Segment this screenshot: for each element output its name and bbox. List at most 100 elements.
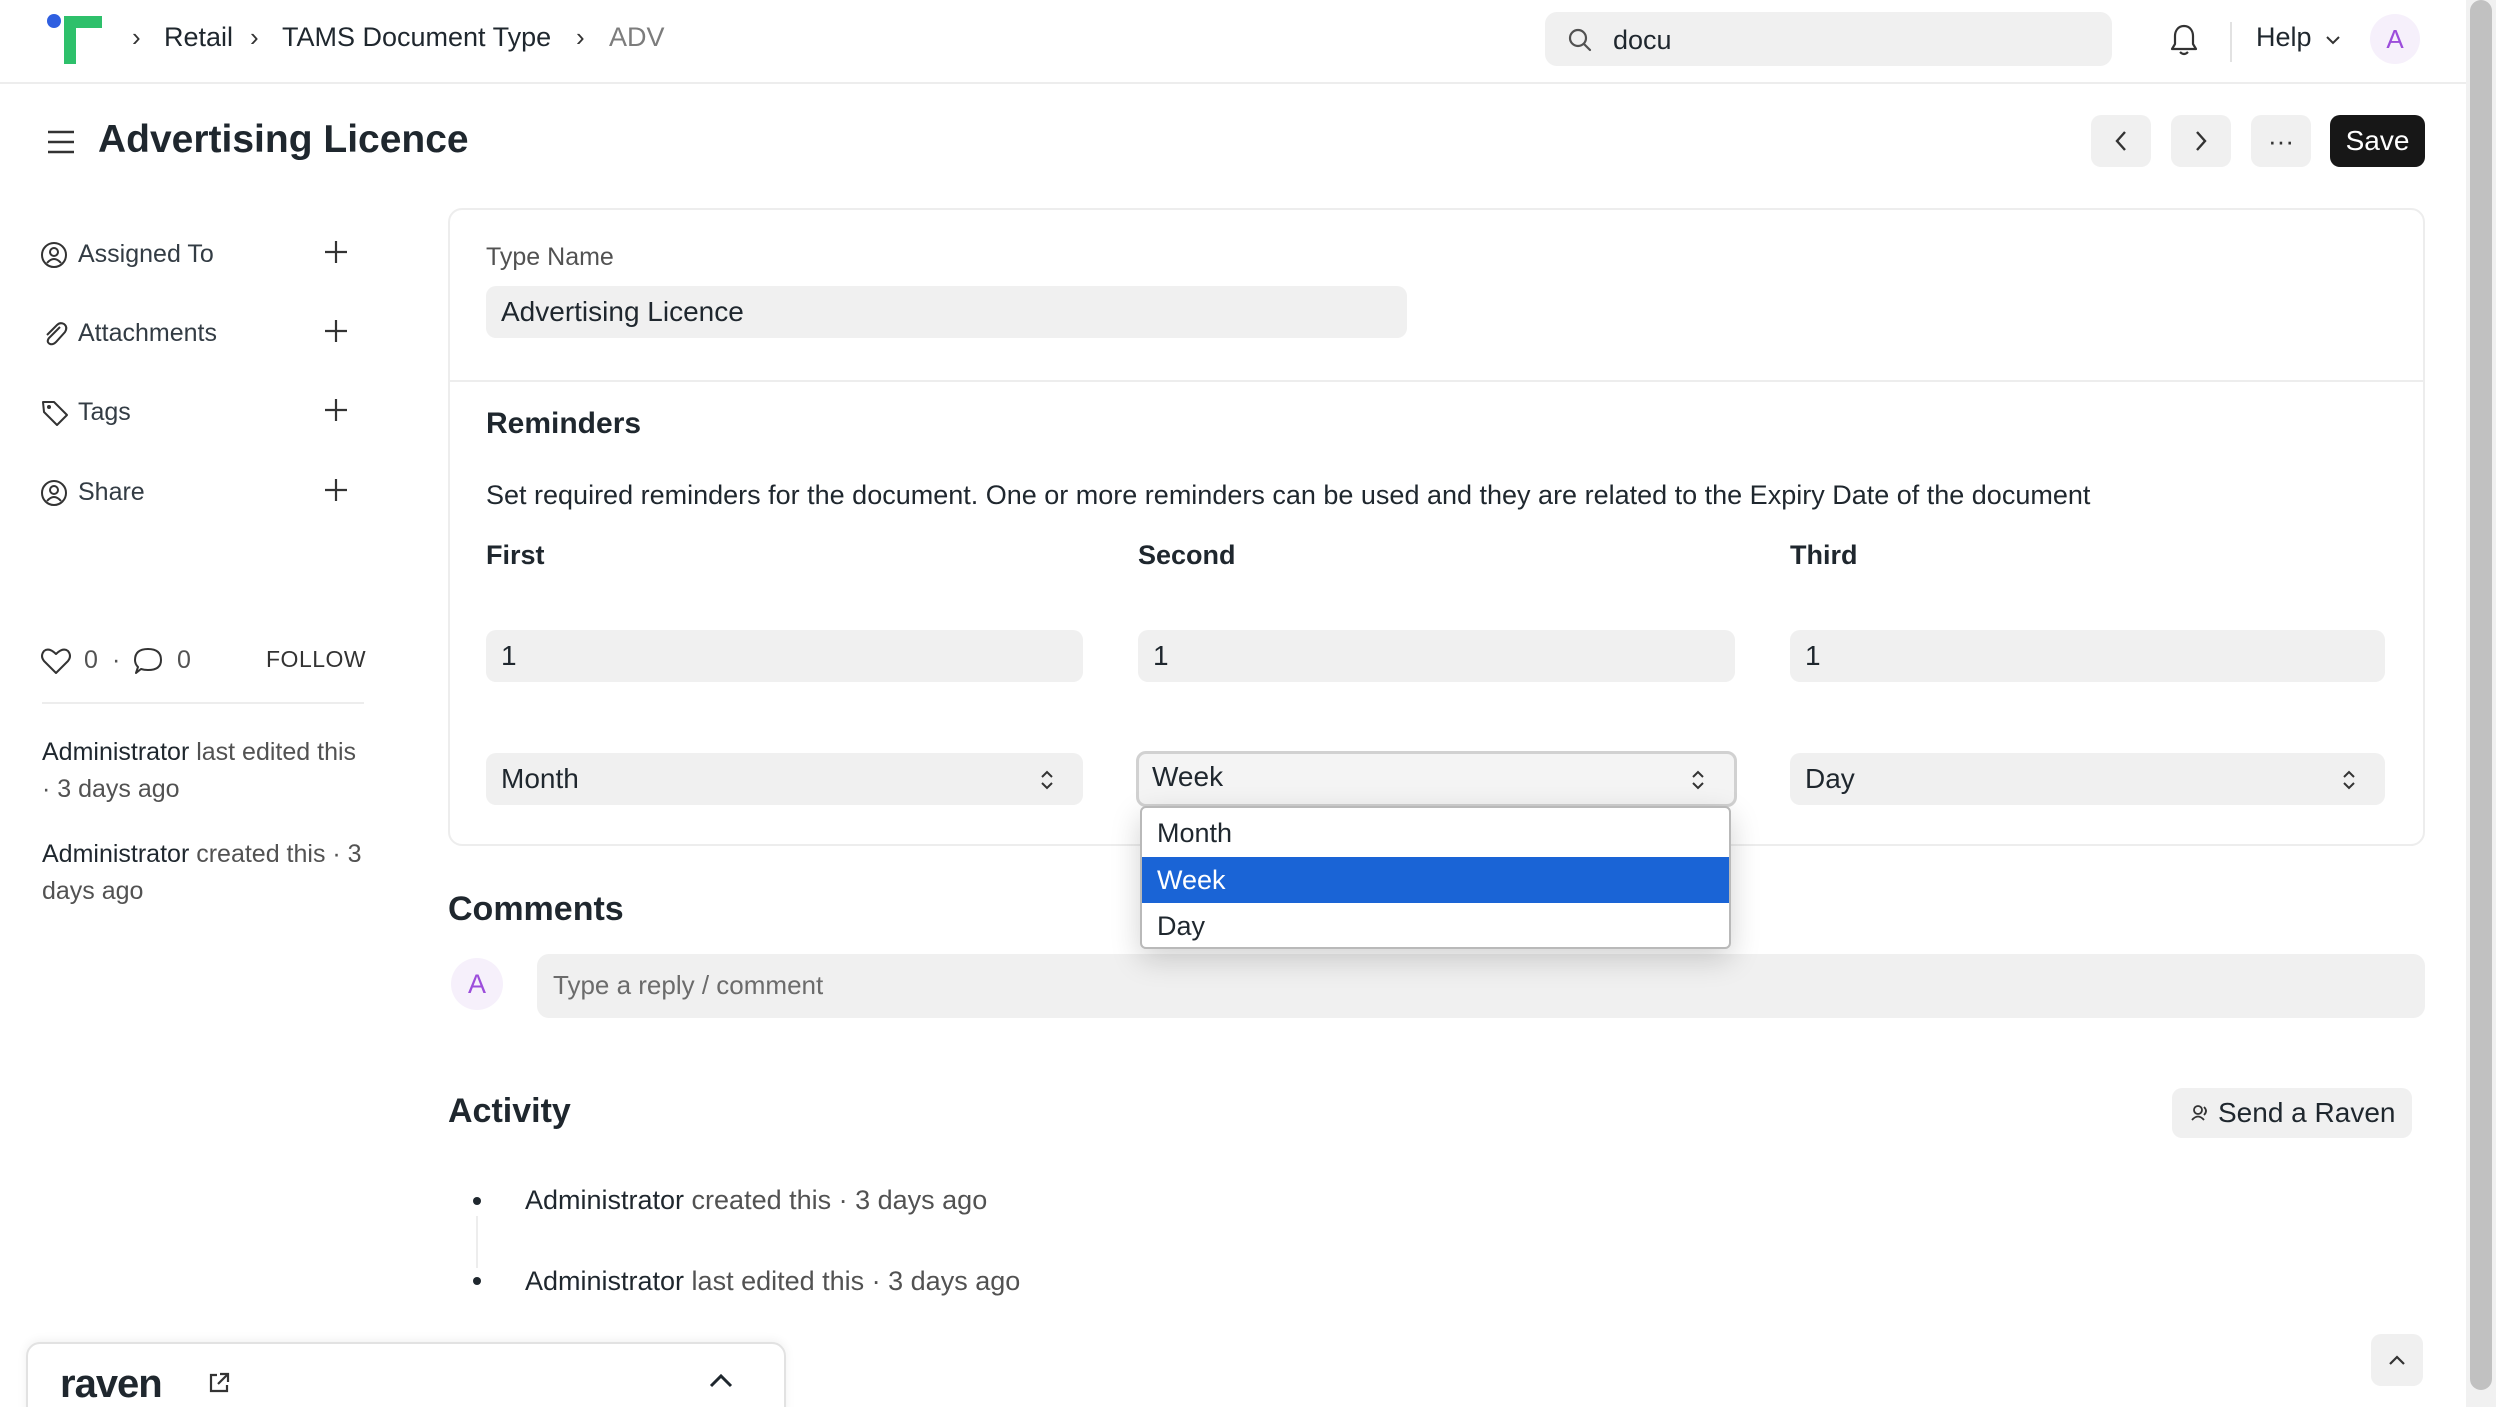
user-avatar[interactable]: A — [2370, 14, 2420, 64]
top-navbar: › Retail › TAMS Document Type › ADV docu… — [0, 0, 2466, 84]
select-value: Day — [1805, 763, 1855, 794]
chevron-up-icon — [2389, 1355, 2405, 1365]
sidebar-divider — [42, 702, 364, 704]
chevron-down-icon — [2326, 36, 2340, 45]
chevron-right-icon: › — [132, 22, 141, 52]
activity-title: Activity — [448, 1092, 571, 1130]
help-label: Help — [2256, 22, 2312, 52]
raven-icon — [2191, 1105, 2207, 1121]
more-icon: ··· — [2268, 125, 2294, 156]
frappe-logo[interactable] — [42, 12, 106, 68]
select-arrows-icon — [2343, 770, 2355, 790]
timeline-dot — [473, 1197, 481, 1205]
second-heading: Second — [1138, 540, 1236, 570]
send-raven-button[interactable]: Send a Raven — [2172, 1088, 2412, 1138]
sidebar-item-share[interactable]: Share — [40, 474, 360, 514]
search-icon — [1568, 28, 1592, 52]
second-unit-select[interactable]: Week — [1136, 751, 1737, 807]
comment-icon[interactable] — [132, 646, 164, 676]
sidebar-item-label: Assigned To — [78, 240, 214, 268]
follow-button[interactable]: FOLLOW — [266, 646, 366, 673]
sidebar-item-attachments[interactable]: Attachments — [40, 315, 360, 355]
sidebar-last-edited: Administrator last edited this · 3 days … — [42, 738, 357, 803]
second-number-field[interactable]: 1 — [1138, 630, 1735, 682]
reminders-title: Reminders — [486, 407, 642, 440]
more-actions-button[interactable]: ··· — [2251, 115, 2311, 167]
search-value: docu — [1613, 25, 1672, 55]
activity-item: Administrator created this · 3 days ago — [525, 1185, 988, 1215]
user-name[interactable]: Administrator — [42, 738, 189, 766]
chevron-up-icon[interactable] — [708, 1372, 734, 1390]
chevron-right-icon: › — [250, 22, 259, 52]
plus-icon[interactable] — [322, 396, 350, 424]
previous-doc-button[interactable] — [2091, 115, 2151, 167]
first-number-field[interactable]: 1 — [486, 630, 1083, 682]
scrollbar-thumb[interactable] — [2470, 0, 2492, 1390]
select-arrows-icon — [1041, 770, 1053, 790]
comments-count: 0 — [177, 646, 191, 674]
select-value: Week — [1152, 761, 1224, 792]
plus-icon[interactable] — [322, 317, 350, 345]
tag-icon — [42, 401, 68, 426]
social-stats: 0 · 0 FOLLOW — [40, 642, 366, 682]
comments-title: Comments — [448, 890, 624, 928]
user-name[interactable]: Administrator — [42, 840, 189, 868]
third-unit-select[interactable]: Day — [1790, 753, 2385, 805]
activity-item: Administrator last edited this · 3 days … — [525, 1266, 1021, 1296]
sidebar-item-tags[interactable]: Tags — [40, 394, 360, 434]
third-number-field[interactable]: 1 — [1790, 630, 2385, 682]
chevron-left-icon — [2115, 131, 2126, 151]
type-name-field[interactable]: Advertising Licence — [486, 286, 1407, 338]
select-arrows-icon — [1692, 770, 1704, 790]
user-name[interactable]: Administrator — [525, 1266, 684, 1296]
page-title: Advertising Licence — [98, 118, 469, 161]
user-name[interactable]: Administrator — [525, 1185, 684, 1215]
raven-logo: raven — [60, 1362, 163, 1406]
chevron-right-icon — [2196, 131, 2207, 151]
paperclip-icon — [46, 322, 68, 346]
stats-separator: · — [112, 646, 121, 674]
sidebar-item-label: Share — [78, 478, 145, 506]
comment-input[interactable]: Type a reply / comment — [537, 954, 2425, 1018]
select-value: Month — [501, 763, 579, 794]
plus-icon[interactable] — [322, 238, 350, 266]
dropdown-option-day[interactable]: Day — [1142, 903, 1729, 947]
share-icon — [41, 480, 67, 506]
likes-count: 0 — [84, 646, 98, 674]
section-divider — [450, 380, 2423, 382]
sidebar-item-label: Tags — [78, 398, 131, 426]
next-doc-button[interactable] — [2171, 115, 2231, 167]
send-raven-label: Send a Raven — [2218, 1097, 2396, 1128]
reminders-description: Set required reminders for the document.… — [486, 480, 2091, 510]
type-name-label: Type Name — [486, 243, 614, 271]
first-heading: First — [486, 540, 545, 570]
scroll-to-top-button[interactable] — [2371, 1334, 2423, 1386]
hamburger-icon[interactable] — [46, 128, 76, 156]
help-menu[interactable]: Help — [2256, 22, 2341, 53]
timeline-dot — [473, 1277, 481, 1285]
timeline-line — [476, 1216, 478, 1268]
third-heading: Third — [1790, 540, 1858, 570]
bell-icon[interactable] — [2168, 22, 2200, 58]
navbar-divider — [2230, 22, 2232, 62]
assign-icon — [41, 242, 67, 268]
unit-dropdown-list[interactable]: Month Week Day — [1140, 806, 1731, 949]
raven-chat-widget[interactable]: raven — [26, 1342, 786, 1407]
heart-icon[interactable] — [40, 646, 72, 676]
first-unit-select[interactable]: Month — [486, 753, 1083, 805]
breadcrumb-doctype[interactable]: TAMS Document Type — [282, 22, 551, 53]
breadcrumb-current[interactable]: ADV — [609, 22, 665, 53]
chevron-right-icon: › — [576, 22, 585, 52]
avatar: A — [451, 958, 503, 1010]
save-button[interactable]: Save — [2330, 115, 2425, 167]
external-link-icon[interactable] — [206, 1370, 232, 1396]
sidebar-item-assigned-to[interactable]: Assigned To — [40, 236, 360, 276]
search-input[interactable]: docu — [1545, 12, 2112, 66]
comment-placeholder: Type a reply / comment — [553, 970, 824, 1000]
breadcrumb-retail[interactable]: Retail — [164, 22, 233, 53]
sidebar-item-label: Attachments — [78, 319, 217, 347]
dropdown-option-month[interactable]: Month — [1142, 810, 1729, 856]
sidebar-created: Administrator created this · 3 days ago — [42, 840, 362, 905]
plus-icon[interactable] — [322, 476, 350, 504]
dropdown-option-week[interactable]: Week — [1142, 857, 1729, 903]
